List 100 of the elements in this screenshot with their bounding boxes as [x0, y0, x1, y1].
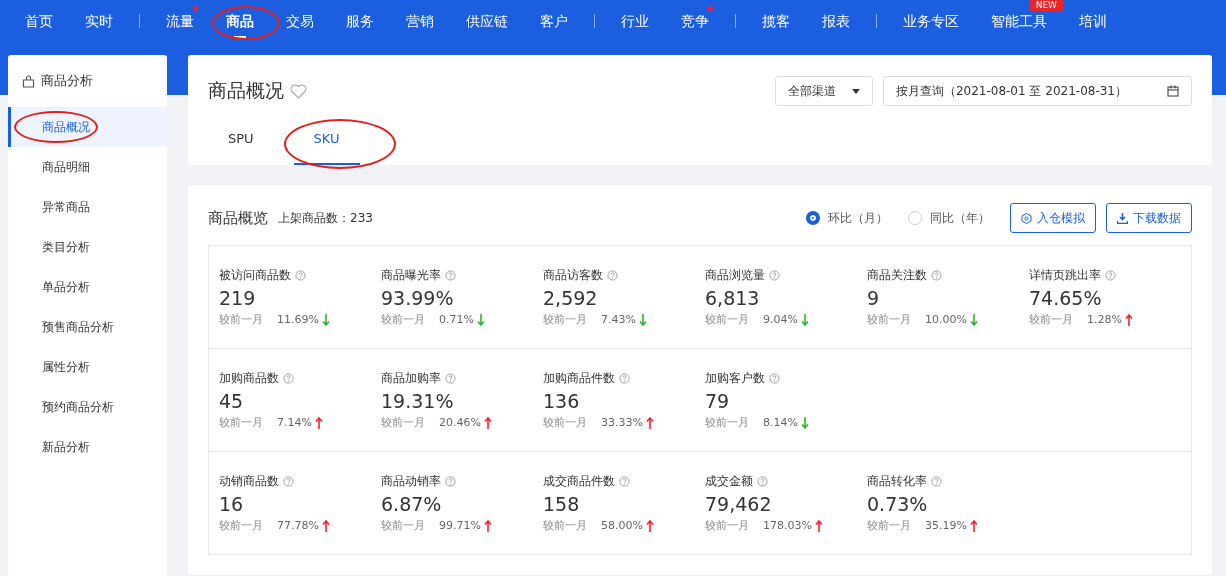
download-icon: [1117, 212, 1128, 224]
change-value: 35.19%: [925, 519, 967, 532]
metric-value: 219: [219, 287, 257, 309]
metric-label: 商品访客数: [543, 267, 603, 284]
help-icon: [607, 270, 618, 281]
heart-icon[interactable]: [290, 83, 307, 99]
nav-item[interactable]: 首页: [25, 3, 53, 39]
compare-label: 较前一月: [219, 312, 263, 327]
tab[interactable]: SKU: [293, 127, 360, 165]
compare-label: 较前一月: [705, 312, 749, 327]
radio-option[interactable]: 同比（年）: [908, 209, 990, 227]
nav-item[interactable]: 商品: [226, 3, 254, 39]
change-value: 58.00%: [601, 519, 643, 532]
change-value: 77.78%: [277, 519, 319, 532]
metric-label: 加购客户数: [705, 370, 765, 387]
radio-label: 环比（月）: [828, 209, 888, 227]
sidebar-item[interactable]: 商品概况: [8, 107, 167, 147]
metric-label: 成交金额: [705, 473, 753, 490]
compare-label: 较前一月: [705, 518, 749, 533]
metric-value: 6.87%: [381, 493, 443, 515]
help-icon: [283, 476, 294, 487]
metric-label: 商品曝光率: [381, 267, 441, 284]
metric-label: 动销商品数: [219, 473, 279, 490]
help-icon: [1105, 270, 1116, 281]
metric-label: 商品关注数: [867, 267, 927, 284]
nav-item[interactable]: 揽客: [762, 3, 790, 39]
change-value: 9.04%: [763, 313, 798, 326]
change-value: 178.03%: [763, 519, 812, 532]
metric-value: 6,813: [705, 287, 761, 309]
metric-value: 158: [543, 493, 581, 515]
nav-item[interactable]: 流量: [166, 3, 194, 39]
nav-item[interactable]: 行业: [621, 3, 649, 39]
change-value: 0.71%: [439, 313, 474, 326]
metric-label: 加购商品件数: [543, 370, 615, 387]
sidebar-item[interactable]: 商品明细: [8, 147, 167, 187]
change-value: 11.69%: [277, 313, 319, 326]
help-icon: [295, 270, 306, 281]
metric-value: 136: [543, 390, 581, 412]
change-value: 20.46%: [439, 416, 481, 429]
compare-label: 较前一月: [543, 312, 587, 327]
help-icon: [769, 373, 780, 384]
metric-label: 商品浏览量: [705, 267, 765, 284]
nav-item[interactable]: 报表: [822, 3, 850, 39]
caret-icon: [851, 88, 860, 94]
tab[interactable]: SPU: [208, 127, 274, 165]
metric-value: 0.73%: [867, 493, 929, 515]
help-icon: [619, 476, 630, 487]
compare-label: 较前一月: [219, 518, 263, 533]
help-icon: [931, 270, 942, 281]
metric-label: 商品加购率: [381, 370, 441, 387]
compare-label: 较前一月: [543, 415, 587, 430]
page-title: 商品概况: [208, 78, 284, 103]
metric-value: 19.31%: [381, 390, 455, 412]
nav-item[interactable]: 客户: [540, 3, 568, 39]
metric-label: 商品动销率: [381, 473, 441, 490]
radio-option[interactable]: 环比（月）: [806, 209, 888, 227]
help-icon: [445, 373, 456, 384]
compare-label: 较前一月: [867, 518, 911, 533]
simulate-button[interactable]: 入仓模拟: [1010, 203, 1096, 233]
radio-circle[interactable]: [806, 211, 820, 225]
radio-label: 同比（年）: [930, 209, 990, 227]
metric-label: 详情页跳出率: [1029, 267, 1101, 284]
metric-value: 79,462: [705, 493, 773, 515]
sidebar-item[interactable]: 类目分析: [8, 227, 167, 267]
sidebar-item[interactable]: 预售商品分析: [8, 307, 167, 347]
section-title: 商品概览: [208, 208, 268, 228]
compare-label: 较前一月: [381, 518, 425, 533]
change-value: 8.14%: [763, 416, 798, 429]
sidebar-item[interactable]: 新品分析: [8, 427, 167, 467]
nav-item[interactable]: 交易: [286, 3, 314, 39]
metric-value: 16: [219, 493, 245, 515]
date-range-field[interactable]: 按月查询（2021-08-01 至 2021-08-31）: [882, 76, 1192, 106]
metric-label: 商品转化率: [867, 473, 927, 490]
change-value: 10.00%: [925, 313, 967, 326]
download-button[interactable]: 下载数据: [1106, 203, 1192, 233]
metric-label: 加购商品数: [219, 370, 279, 387]
sidebar-item[interactable]: 异常商品: [8, 187, 167, 227]
nav-item[interactable]: 培训: [1079, 3, 1107, 39]
metric-value: 93.99%: [381, 287, 455, 309]
sidebar-item[interactable]: 预约商品分析: [8, 387, 167, 427]
nav-item[interactable]: 营销: [406, 3, 434, 39]
compare-label: 较前一月: [381, 312, 425, 327]
metric-value: 9: [867, 287, 881, 309]
nav-item[interactable]: 供应链: [466, 3, 508, 39]
product-count: 上架商品数：233: [278, 209, 373, 227]
nav-item[interactable]: 实时: [85, 3, 113, 39]
bag-icon: [22, 74, 35, 88]
nav-item[interactable]: 业务专区: [903, 3, 959, 39]
sidebar-item[interactable]: 属性分析: [8, 347, 167, 387]
help-icon: [757, 476, 768, 487]
nav-item[interactable]: 竞争: [681, 3, 709, 39]
sidebar-item[interactable]: 单品分析: [8, 267, 167, 307]
change-value: 7.14%: [277, 416, 312, 429]
channel-select[interactable]: 全部渠道: [774, 76, 873, 106]
compare-label: 较前一月: [543, 518, 587, 533]
nav-item[interactable]: 服务: [346, 3, 374, 39]
compare-label: 较前一月: [219, 415, 263, 430]
compare-label: 较前一月: [867, 312, 911, 327]
settings-icon: [1021, 212, 1032, 224]
calendar-icon: [1167, 85, 1179, 97]
